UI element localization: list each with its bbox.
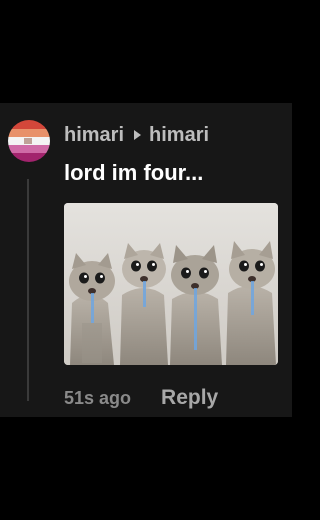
timestamp: 51s ago (64, 387, 132, 408)
reply-arrow-icon (134, 130, 142, 140)
reply-button[interactable]: Reply (161, 386, 218, 410)
crying-cats-image (64, 203, 278, 365)
author-name[interactable]: himari (64, 124, 124, 147)
comment-footer: 51s ago Reply (64, 385, 218, 411)
attached-image[interactable] (64, 203, 278, 365)
comment-card: himari himari lord im four... 51s ago Re… (0, 103, 292, 417)
author-row: himari himari (64, 123, 209, 147)
avatar[interactable] (8, 120, 50, 162)
avatar-flag-image (8, 120, 50, 162)
reply-to-name[interactable]: himari (149, 124, 209, 147)
thread-line (27, 179, 29, 401)
comment-text: lord im four... (64, 160, 204, 185)
